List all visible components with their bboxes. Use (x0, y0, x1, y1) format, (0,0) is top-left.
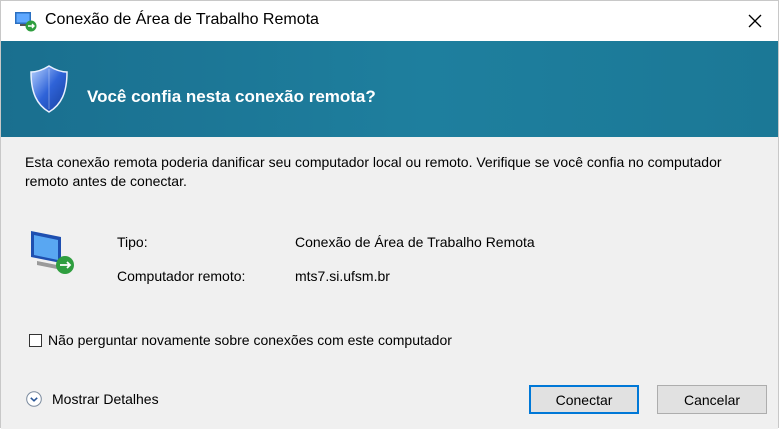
type-value: Conexão de Área de Trabalho Remota (295, 234, 535, 250)
remote-computer-label: Computador remoto: (117, 268, 246, 284)
connect-button[interactable]: Conectar (529, 385, 639, 414)
cancel-button[interactable]: Cancelar (657, 385, 767, 414)
show-details-label[interactable]: Mostrar Detalhes (52, 391, 159, 407)
dialog-content: Esta conexão remota poderia danificar se… (1, 137, 778, 429)
dont-ask-again-label[interactable]: Não perguntar novamente sobre conexões c… (48, 332, 452, 348)
dont-ask-again-checkbox[interactable] (29, 333, 42, 347)
dont-ask-again-option[interactable]: Não perguntar novamente sobre conexões c… (29, 332, 452, 348)
banner-heading: Você confia nesta conexão remota? (87, 87, 376, 106)
window-title: Conexão de Área de Trabalho Remota (45, 11, 319, 28)
close-button[interactable] (732, 1, 778, 41)
shield-icon (30, 65, 68, 113)
title-bar: Conexão de Área de Trabalho Remota (1, 1, 778, 41)
type-label: Tipo: (117, 234, 148, 250)
security-banner: Você confia nesta conexão remota? (1, 41, 778, 137)
remote-computer-value: mts7.si.ufsm.br (295, 268, 390, 284)
chevron-down-circle-icon[interactable] (26, 391, 42, 407)
close-icon (748, 14, 762, 28)
warning-description: Esta conexão remota poderia danificar se… (25, 154, 722, 189)
remote-computer-icon (31, 231, 74, 274)
remote-desktop-app-icon (15, 12, 37, 32)
show-details-toggle[interactable]: Mostrar Detalhes (26, 391, 159, 407)
dialog-window: Conexão de Área de Trabalho Remota Você … (0, 0, 779, 429)
